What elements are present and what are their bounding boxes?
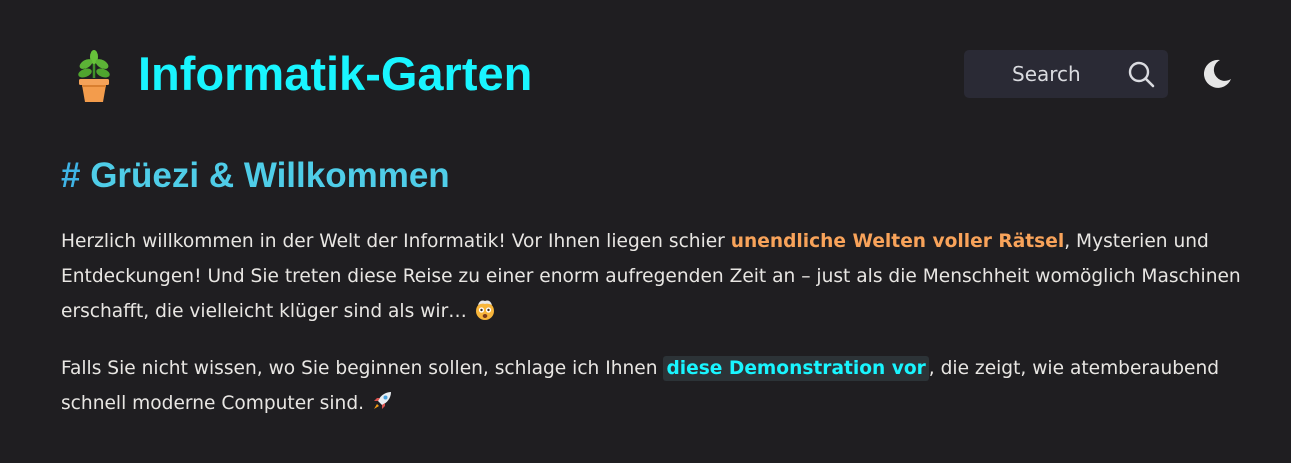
exploding-head-icon xyxy=(475,300,494,320)
demo-link[interactable]: diese Demonstration vor xyxy=(663,356,929,381)
search-label: Search xyxy=(1012,62,1081,86)
site-header: Informatik-Garten Search xyxy=(0,0,1291,150)
intro-paragraph: Herzlich willkommen in der Welt der Info… xyxy=(61,224,1271,329)
moon-icon[interactable] xyxy=(1200,57,1234,91)
potted-plant-icon[interactable] xyxy=(72,48,116,104)
heading-text: Grüezi & Willkommen xyxy=(90,156,450,195)
intro-text-1: Herzlich willkommen in der Welt der Info… xyxy=(61,231,731,252)
search-icon xyxy=(1128,61,1155,88)
page-heading: # Grüezi & Willkommen xyxy=(61,150,1271,202)
highlight-text: unendliche Welten voller Rätsel xyxy=(730,231,1065,252)
site-title-link[interactable]: Informatik-Garten xyxy=(138,44,532,104)
heading-anchor[interactable]: # xyxy=(61,156,80,195)
search-button[interactable]: Search xyxy=(964,50,1168,98)
demo-paragraph: Falls Sie nicht wissen, wo Sie beginnen … xyxy=(61,351,1271,421)
rocket-icon xyxy=(373,392,391,409)
main-content: # Grüezi & Willkommen Herzlich willkomme… xyxy=(61,150,1271,421)
demo-text-1: Falls Sie nicht wissen, wo Sie beginnen … xyxy=(61,358,664,379)
